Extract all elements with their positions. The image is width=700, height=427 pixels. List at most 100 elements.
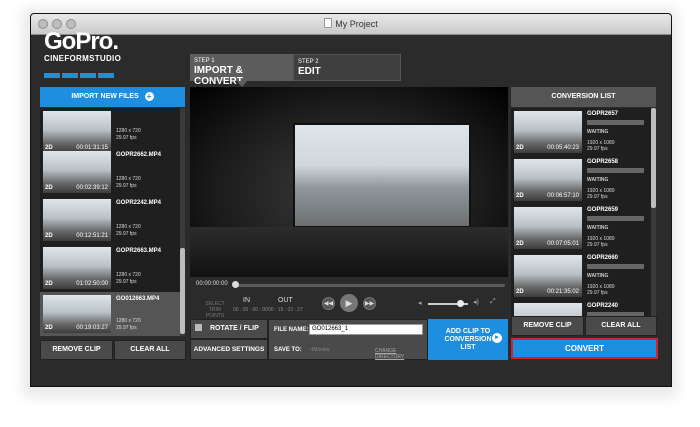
file-name-input[interactable]: GO012663_1 bbox=[309, 324, 423, 335]
fullscreen-icon[interactable]: ⤢ bbox=[490, 298, 496, 306]
conversion-list-scrollbar[interactable] bbox=[651, 108, 656, 316]
window-title: My Project bbox=[335, 19, 378, 29]
clear-all-button[interactable]: CLEAR ALL bbox=[114, 340, 186, 360]
clip-name: GOPR2242.MP4 bbox=[116, 200, 162, 206]
logo-product: CINEFORMSTUDIO bbox=[44, 54, 122, 63]
playback-scrubber[interactable] bbox=[235, 284, 505, 287]
scrollbar-thumb[interactable] bbox=[180, 248, 185, 334]
remove-conversion-clip-button[interactable]: REMOVE CLIP bbox=[511, 316, 584, 336]
conversion-list: 2D 00:05:40:23 GOPR2657 WAITING 1920 x 1… bbox=[511, 108, 651, 316]
convert-button[interactable]: CONVERT bbox=[511, 338, 658, 359]
tab-step-1[interactable]: STEP 1 IMPORT & CONVERT bbox=[190, 54, 293, 87]
clip-duration: 00:02:39:12 bbox=[76, 185, 108, 191]
clip-fps: 29.97 fps bbox=[116, 325, 137, 331]
item-fps: 29.97 fps bbox=[587, 290, 608, 296]
conversion-item-3[interactable]: 2D 00:07:05:01 GOPR2659 WAITING 1920 x 1… bbox=[511, 204, 651, 252]
volume-low-icon: ◂ bbox=[418, 300, 422, 307]
logo-brand: GoPro. bbox=[44, 28, 119, 55]
out-label: OUT bbox=[278, 297, 293, 304]
scrollbar-thumb[interactable] bbox=[651, 108, 656, 208]
item-status: WAITING bbox=[587, 177, 609, 183]
media-clip-5-selected[interactable]: 2D 00:19:03:27 GO012663.MP4 1280 x 720 29… bbox=[40, 292, 180, 336]
clip-fps: 29.97 fps bbox=[116, 135, 137, 141]
clip-duration: 00:19:03:27 bbox=[76, 325, 108, 331]
item-duration: 00:07:05:01 bbox=[547, 241, 579, 247]
clip-2d-badge: 2D bbox=[45, 325, 53, 331]
item-name: GOPR2659 bbox=[587, 207, 619, 213]
out-time: 00 : 19 : 03 : 27 bbox=[268, 307, 303, 313]
clip-2d-badge: 2D bbox=[45, 233, 53, 239]
item-fps: 29.97 fps bbox=[587, 194, 608, 200]
scrubber-handle[interactable] bbox=[232, 281, 239, 288]
skip-back-icon: ◀◀ bbox=[323, 301, 334, 307]
conversion-item-2[interactable]: 2D 00:06:57:10 GOPR2658 WAITING 1920 x 1… bbox=[511, 156, 651, 204]
clear-conversion-list-button[interactable]: CLEAR ALL bbox=[585, 316, 657, 336]
tab-step-2[interactable]: STEP 2 EDIT bbox=[293, 54, 401, 81]
conversion-item-1[interactable]: 2D 00:05:40:23 GOPR2657 WAITING 1920 x 1… bbox=[511, 108, 651, 156]
conversion-item-5[interactable]: GOPR2240 bbox=[511, 300, 651, 316]
import-label: IMPORT NEW FILES bbox=[71, 93, 139, 100]
rotate-icon bbox=[195, 324, 202, 331]
media-clip-3[interactable]: 2D 00:12:51:21 GOPR2242.MP4 1280 x 720 29… bbox=[40, 196, 180, 244]
remove-clip-button[interactable]: REMOVE CLIP bbox=[40, 340, 113, 360]
playback-timecode: 00:00:00:00 bbox=[196, 281, 228, 287]
volume-handle[interactable] bbox=[457, 300, 464, 307]
file-name-panel: FILE NAME: GO012663_1 SAVE TO: ~/Movies … bbox=[268, 319, 428, 360]
clip-fps: 29.97 fps bbox=[116, 231, 137, 237]
clip-duration: 01:02:50:00 bbox=[76, 281, 108, 287]
clip-resolution: 1280 x 720 bbox=[116, 224, 141, 230]
in-time: 00 : 00 : 00 : 00 bbox=[233, 307, 268, 313]
clip-duration: 00:12:51:21 bbox=[76, 233, 108, 239]
media-clip-4[interactable]: 2D 01:02:50:00 GOPR2663.MP4 1280 x 720 29… bbox=[40, 244, 180, 292]
select-trim-label: SELECT TRIM POINTS bbox=[205, 301, 225, 319]
arrow-right-icon: ▸ bbox=[492, 333, 502, 343]
skip-back-button[interactable]: ◀◀ bbox=[322, 297, 335, 310]
item-2d-badge: 2D bbox=[516, 145, 524, 151]
plus-icon: + bbox=[144, 92, 154, 101]
item-progress-bar bbox=[587, 120, 644, 125]
clip-2d-badge: 2D bbox=[45, 281, 53, 287]
skip-forward-icon: ▶▶ bbox=[364, 301, 375, 307]
gopro-logo: GoPro. CINEFORMSTUDIO bbox=[44, 28, 122, 78]
save-to-label: SAVE TO: bbox=[274, 347, 302, 353]
video-preview[interactable] bbox=[190, 87, 508, 277]
clip-resolution: 1280 x 720 bbox=[116, 318, 141, 324]
item-2d-badge: 2D bbox=[516, 289, 524, 295]
media-list-scrollbar[interactable] bbox=[180, 108, 185, 336]
item-thumbnail bbox=[514, 303, 582, 316]
change-directory-link[interactable]: CHANGE DIRECTORY bbox=[375, 348, 427, 360]
conversion-item-4[interactable]: 2D 00:21:35:02 GOPR2660 WAITING 1920 x 1… bbox=[511, 252, 651, 300]
item-name: GOPR2657 bbox=[587, 111, 619, 117]
item-status: WAITING bbox=[587, 129, 609, 135]
import-new-files-button[interactable]: IMPORT NEW FILES + bbox=[40, 87, 185, 107]
item-duration: 00:06:57:10 bbox=[547, 193, 579, 199]
skip-forward-button[interactable]: ▶▶ bbox=[363, 297, 376, 310]
item-fps: 29.97 fps bbox=[587, 146, 608, 152]
media-clip-2[interactable]: 2D 00:02:39:12 GOPR2662.MP4 1280 x 720 29… bbox=[40, 148, 180, 196]
item-progress-bar bbox=[587, 216, 644, 221]
media-list: 2D 00:01:31:15 1280 x 720 29.97 fps 2D 00… bbox=[40, 108, 180, 336]
clip-fps: 29.97 fps bbox=[116, 279, 137, 285]
clip-resolution: 1280 x 720 bbox=[116, 128, 141, 134]
item-name: GOPR2240 bbox=[587, 303, 619, 309]
save-to-path: ~/Movies bbox=[309, 347, 330, 353]
item-status: WAITING bbox=[587, 273, 609, 279]
document-icon bbox=[324, 18, 333, 28]
volume-high-icon: ◂) bbox=[473, 299, 479, 306]
title-bar: My Project bbox=[31, 14, 671, 35]
play-icon: ▶ bbox=[345, 298, 353, 308]
rotate-flip-button[interactable]: ROTATE / FLIP bbox=[190, 319, 268, 339]
clip-2d-badge: 2D bbox=[45, 185, 53, 191]
add-clip-to-conversion-button[interactable]: ADD CLIP TO CONVERSION LIST ▸ bbox=[428, 319, 508, 360]
item-2d-badge: 2D bbox=[516, 241, 524, 247]
item-progress-bar bbox=[587, 264, 644, 269]
clip-fps: 29.97 fps bbox=[116, 183, 137, 189]
file-name-label: FILE NAME: bbox=[274, 327, 309, 333]
item-name: GOPR2658 bbox=[587, 159, 619, 165]
advanced-settings-button[interactable]: ADVANCED SETTINGS bbox=[190, 339, 268, 360]
play-button[interactable]: ▶ bbox=[340, 294, 358, 312]
item-duration: 00:05:40:23 bbox=[547, 145, 579, 151]
rotate-label: ROTATE / FLIP bbox=[210, 325, 259, 332]
clip-resolution: 1280 x 720 bbox=[116, 176, 141, 182]
video-frame-scene bbox=[293, 123, 471, 228]
